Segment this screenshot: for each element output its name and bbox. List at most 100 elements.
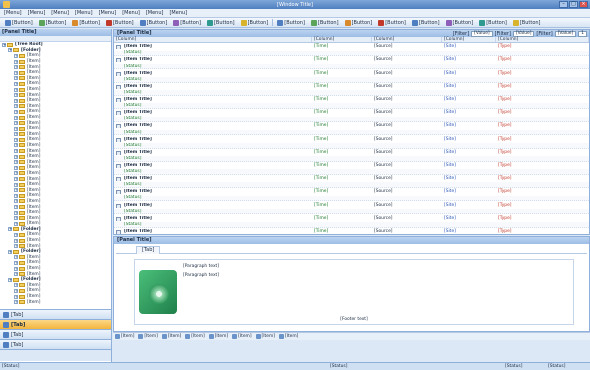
bottom-tab[interactable]: [Item] [185,334,205,339]
column-header[interactable]: [Column] [442,37,496,42]
page-number[interactable]: 1 [578,30,587,37]
expand-icon[interactable]: + [14,283,18,288]
expand-icon[interactable]: + [2,42,6,47]
result-title[interactable]: [Item Title] [114,189,312,195]
toolbar-button[interactable]: [Button] [3,19,35,27]
expand-icon[interactable]: + [14,93,18,98]
toolbar-button[interactable]: [Button] [376,19,408,27]
toolbar-button[interactable]: [Button] [444,19,476,27]
result-title[interactable]: [Item Title] [114,150,312,155]
bottom-tab[interactable]: [Item] [138,334,158,339]
expand-icon[interactable]: + [14,260,18,265]
toolbar-button[interactable]: [Button] [104,19,136,27]
expand-icon[interactable]: + [14,232,18,237]
maximize-icon[interactable]: □ [569,1,578,8]
column-header[interactable]: [Column] [312,37,372,42]
menu-item[interactable]: [Menu] [99,10,117,16]
bottom-tab[interactable]: [Item] [115,334,134,339]
expand-icon[interactable]: + [14,171,18,176]
expand-icon[interactable]: + [14,188,18,193]
expand-icon[interactable]: + [14,115,18,120]
toolbar-button[interactable]: [Button] [205,19,237,27]
close-icon[interactable]: × [579,1,588,8]
toolbar-button[interactable]: [Button] [138,19,170,27]
menu-item[interactable]: [Menu] [4,10,22,16]
toolbar-button[interactable]: [Button] [309,19,341,27]
expand-icon[interactable]: + [8,227,12,232]
nav-tab[interactable]: [Tab] [0,339,111,349]
expand-icon[interactable]: + [14,216,18,221]
bottom-tab[interactable]: [Item] [161,334,181,339]
expand-icon[interactable]: + [14,244,18,249]
bottom-tab[interactable]: [Item] [208,334,228,339]
expand-icon[interactable]: + [8,48,12,53]
result-title[interactable]: [Item Title] [114,123,312,129]
expand-icon[interactable]: + [14,59,18,64]
bottom-tab[interactable]: [Item] [255,334,275,339]
expand-icon[interactable]: + [14,210,18,215]
expand-icon[interactable]: + [14,182,18,187]
result-row[interactable]: [Item Title] [Time] [Source] [Site] [Type] [114,228,589,235]
toolbar-button[interactable]: [Button] [171,19,203,27]
result-title[interactable]: [Item Title] [114,229,312,234]
toolbar-button[interactable]: [Button] [239,19,271,27]
toolbar-button[interactable]: [Button] [511,19,543,27]
expand-icon[interactable]: + [14,255,18,260]
result-title[interactable]: [Item Title] [114,216,312,221]
bottom-tab[interactable]: [Item] [278,334,298,339]
column-header[interactable]: [Column] [114,37,312,42]
expand-icon[interactable]: + [14,160,18,165]
bottom-tab[interactable]: [Item] [232,334,252,339]
filter-select-1[interactable]: [Value] [471,30,493,37]
result-title[interactable]: [Item Title] [114,57,312,63]
expand-icon[interactable]: + [14,76,18,81]
expand-icon[interactable]: + [14,98,18,103]
expand-icon[interactable]: + [14,137,18,142]
toolbar-button[interactable]: [Button] [37,19,69,27]
expand-icon[interactable]: + [14,121,18,126]
expand-icon[interactable]: + [8,249,12,254]
expand-icon[interactable]: + [14,300,18,305]
result-title[interactable]: [Item Title] [114,44,312,50]
expand-icon[interactable]: + [14,193,18,198]
result-title[interactable]: [Item Title] [114,84,312,89]
menu-item[interactable]: [Menu] [122,10,140,16]
expand-icon[interactable]: + [14,272,18,277]
result-title[interactable]: [Item Title] [114,163,312,168]
expand-icon[interactable]: + [14,65,18,70]
menu-item[interactable]: [Menu] [75,10,93,16]
toolbar-button[interactable]: [Button] [275,19,307,27]
menu-item[interactable]: [Menu] [28,10,46,16]
result-title[interactable]: [Item Title] [114,203,312,208]
toolbar-button[interactable]: [Button] [70,19,102,27]
result-title[interactable]: [Item Title] [114,176,312,182]
expand-icon[interactable]: + [14,70,18,75]
result-title[interactable]: [Item Title] [114,110,312,116]
result-title[interactable]: [Item Title] [114,97,312,103]
expand-icon[interactable]: + [14,205,18,210]
expand-icon[interactable]: + [14,221,18,226]
filter-select-3[interactable]: [Value] [554,30,577,37]
nav-tab[interactable]: [Tab] [0,309,111,319]
menu-item[interactable]: [Menu] [51,10,69,16]
expand-icon[interactable]: + [14,199,18,204]
expand-icon[interactable]: + [14,87,18,92]
expand-icon[interactable]: + [14,165,18,170]
nav-tab[interactable]: [Tab] [0,319,111,329]
result-title[interactable]: [Item Title] [114,71,312,76]
expand-icon[interactable]: + [14,288,18,293]
expand-icon[interactable]: + [14,132,18,137]
column-header[interactable]: [Column] [496,37,589,42]
expand-icon[interactable]: + [14,53,18,58]
expand-icon[interactable]: + [14,143,18,148]
toolbar-button[interactable]: [Button] [410,19,442,27]
expand-icon[interactable]: + [14,104,18,109]
expand-icon[interactable]: + [14,177,18,182]
intro-tab[interactable]: [Tab] [136,246,161,254]
nav-tab[interactable]: [Tab] [0,329,111,339]
expand-icon[interactable]: + [14,149,18,154]
expand-icon[interactable]: + [14,126,18,131]
tree-item[interactable]: + [Item] [0,299,111,305]
toolbar-button[interactable]: [Button] [343,19,375,27]
toolbar-button[interactable]: [Button] [477,19,509,27]
